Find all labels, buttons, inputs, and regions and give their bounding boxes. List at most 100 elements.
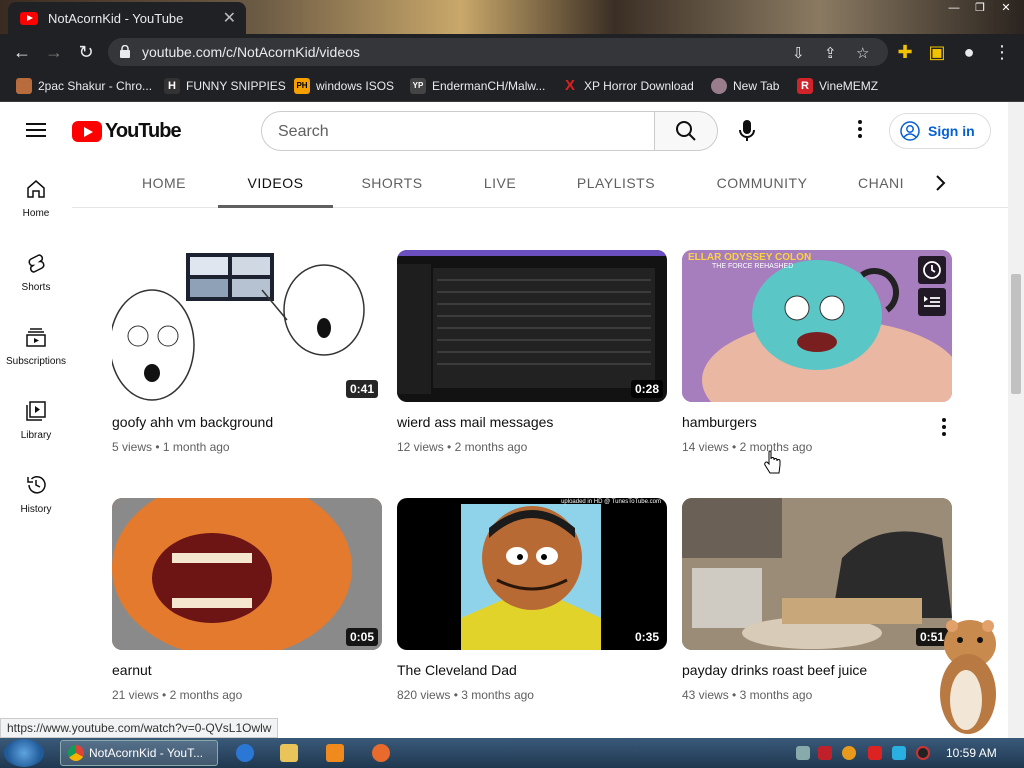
guide-item-library[interactable]: Library <box>0 392 72 462</box>
sidepanel-icon[interactable]: ▣ <box>925 41 949 63</box>
address-url: youtube.com/c/NotAcornKid/videos <box>142 44 360 60</box>
tray-antivirus-icon[interactable] <box>818 746 832 760</box>
chrome-menu-icon[interactable]: ⋮ <box>990 41 1014 63</box>
tab-live[interactable]: LIVE <box>472 158 528 208</box>
file-explorer-icon[interactable] <box>280 744 298 762</box>
chevron-right-icon[interactable] <box>928 171 952 195</box>
upload-age: 1 month ago <box>162 440 230 454</box>
bookmark-endermanch[interactable]: YP EndermanCH/Malw... <box>410 76 545 96</box>
tab-close-icon[interactable]: ✕ <box>223 8 236 28</box>
thumbnail-subcaption: THE FORCE REHASHED <box>712 263 794 270</box>
extensions-icon[interactable]: ✚ <box>893 41 917 63</box>
back-icon[interactable]: ← <box>10 41 34 63</box>
video-thumbnail[interactable]: 0:28 <box>397 250 667 402</box>
video-title[interactable]: earnut <box>112 662 152 678</box>
bookmark-windows-isos[interactable]: PH windows ISOS <box>294 76 394 96</box>
duration-badge: 0:05 <box>345 628 378 646</box>
taskbar-clock[interactable]: 10:59 AM <box>946 746 997 760</box>
profile-icon[interactable]: ● <box>957 41 981 63</box>
youtube-logo[interactable]: YouTube <box>72 120 182 143</box>
guide-item-subscriptions[interactable]: Subscriptions <box>0 318 72 388</box>
video-title[interactable]: The Cleveland Dad <box>397 662 517 678</box>
masthead: YouTube Search Sign in <box>0 102 1008 158</box>
scrollbar-thumb[interactable] <box>1011 274 1021 394</box>
video-thumbnail[interactable]: 0:41 <box>112 250 382 402</box>
thumbnail-caption: ELLAR ODYSSEY COLON <box>688 252 812 263</box>
tray-network-icon[interactable] <box>796 746 810 760</box>
video-card[interactable]: 0:51 payday drinks roast beef juice 43 v… <box>682 498 952 718</box>
install-app-icon[interactable]: ⇩ <box>792 44 805 62</box>
sign-in-button[interactable]: Sign in <box>889 113 991 149</box>
watch-later-icon[interactable] <box>918 256 946 284</box>
video-title[interactable]: hamburgers <box>682 414 757 430</box>
media-player-icon[interactable] <box>326 744 344 762</box>
video-card[interactable]: 0:41 goofy ahh vm background 5 views • 1… <box>112 250 382 470</box>
add-to-queue-icon[interactable] <box>918 288 946 316</box>
tray-flag-icon[interactable] <box>868 746 882 760</box>
view-count: 14 views <box>682 440 729 454</box>
tab-home[interactable]: HOME <box>132 158 196 208</box>
internet-explorer-icon[interactable] <box>236 744 254 762</box>
upload-age: 3 months ago <box>461 688 534 702</box>
bookmark-funny-snippies[interactable]: H FUNNY SNIPPIES <box>164 76 286 96</box>
guide-item-history[interactable]: History <box>0 466 72 536</box>
bookmark-new-tab[interactable]: New Tab <box>711 76 779 96</box>
youtube-play-icon <box>72 121 102 142</box>
tab-videos[interactable]: VIDEOS <box>218 158 333 208</box>
tab-title: NotAcornKid - YouTube <box>48 11 184 26</box>
reload-icon[interactable]: ↻ <box>74 41 98 63</box>
channel-tabs: HOME VIDEOS SHORTS LIVE PLAYLISTS COMMUN… <box>72 158 1008 208</box>
video-card[interactable]: 0:05 earnut 21 views • 2 months ago <box>112 498 382 718</box>
tab-shorts[interactable]: SHORTS <box>354 158 430 208</box>
video-card[interactable]: uploaded in HD @ TunesToTube.com 0:35 Th… <box>397 498 667 718</box>
restore-icon[interactable]: ❐ <box>968 0 992 16</box>
settings-menu-icon[interactable] <box>850 120 870 140</box>
close-window-icon[interactable]: ✕ <box>994 0 1018 16</box>
paint-icon[interactable] <box>372 744 390 762</box>
bookmark-vinememz[interactable]: R VineMEMZ <box>797 76 878 96</box>
tray-record-icon[interactable] <box>916 746 930 760</box>
video-thumbnail[interactable]: ELLAR ODYSSEY COLON THE FORCE REHASHED <box>682 250 952 402</box>
bookmark-label: FUNNY SNIPPIES <box>186 79 286 93</box>
browser-tab[interactable]: NotAcornKid - YouTube ✕ <box>8 2 246 34</box>
video-thumbnail[interactable]: 0:51 <box>682 498 952 650</box>
video-thumbnail[interactable]: 0:05 <box>112 498 382 650</box>
tab-community[interactable]: COMMUNITY <box>706 158 818 208</box>
taskbar-window-button[interactable]: NotAcornKid - YouT... <box>60 740 218 766</box>
upload-age: 3 months ago <box>739 688 813 702</box>
tray-search-icon[interactable] <box>842 746 856 760</box>
forward-icon[interactable]: → <box>42 41 66 63</box>
share-icon[interactable]: ⇪ <box>824 44 837 62</box>
bookmark-2pac[interactable]: 2pac Shakur - Chro... <box>16 76 152 96</box>
video-metadata: 820 views • 3 months ago <box>397 688 534 702</box>
address-bar[interactable]: youtube.com/c/NotAcornKid/videos ⇩ ⇪ ☆ <box>108 38 888 66</box>
video-metadata: 43 views • 3 months ago <box>682 688 813 702</box>
guide-item-shorts[interactable]: Shorts <box>0 244 72 314</box>
search-input[interactable]: Search <box>261 111 655 151</box>
bookmark-label: EndermanCH/Malw... <box>432 79 546 93</box>
video-title[interactable]: wierd ass mail messages <box>397 414 553 430</box>
bookmark-xp-horror[interactable]: X XP Horror Download <box>562 76 694 96</box>
window-titlebar: NotAcornKid - YouTube ✕ — ❐ ✕ <box>0 0 1024 34</box>
duration-badge: 0:35 <box>630 628 663 646</box>
video-title[interactable]: goofy ahh vm background <box>112 414 273 430</box>
video-thumbnail[interactable]: uploaded in HD @ TunesToTube.com 0:35 <box>397 498 667 650</box>
bookmark-star-icon[interactable]: ☆ <box>856 44 869 62</box>
wojak-thumbnail-art <box>112 253 365 401</box>
tab-channels[interactable]: CHANI <box>858 158 918 208</box>
page-scrollbar[interactable] <box>1008 102 1024 738</box>
search-button[interactable] <box>654 111 718 151</box>
tray-display-icon[interactable] <box>892 746 906 760</box>
voice-search-button[interactable] <box>727 111 767 151</box>
video-title[interactable]: payday drinks roast beef juice <box>682 662 867 678</box>
start-button-icon[interactable] <box>4 739 44 767</box>
tab-playlists[interactable]: PLAYLISTS <box>568 158 664 208</box>
guide-item-home[interactable]: Home <box>0 170 72 240</box>
minimize-icon[interactable]: — <box>942 0 966 16</box>
bookmark-label: windows ISOS <box>316 79 395 93</box>
video-card[interactable]: 0:28 wierd ass mail messages 12 views • … <box>397 250 667 470</box>
video-card[interactable]: ELLAR ODYSSEY COLON THE FORCE REHASHED h… <box>682 250 952 474</box>
bookmarks-bar: 2pac Shakur - Chro... H FUNNY SNIPPIES P… <box>0 70 1024 102</box>
video-action-menu-icon[interactable] <box>940 418 948 438</box>
hamburger-menu-icon[interactable] <box>26 123 46 137</box>
